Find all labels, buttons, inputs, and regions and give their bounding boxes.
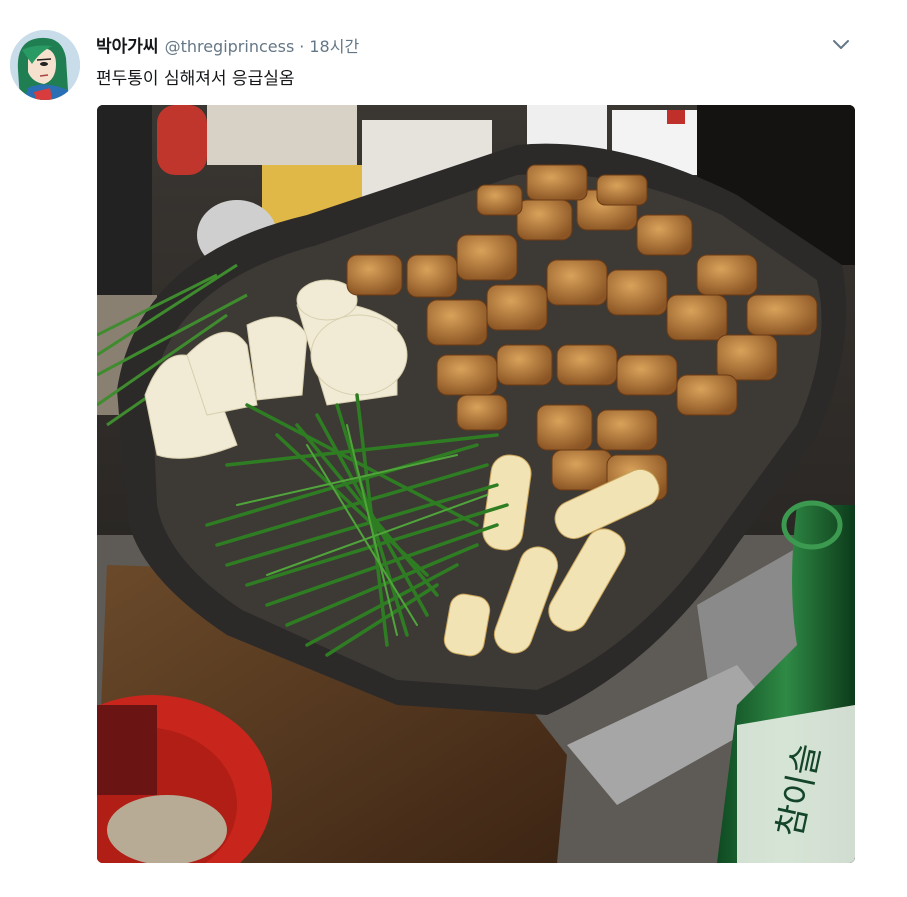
user-handle[interactable]: @thregiprincess (165, 37, 295, 56)
chevron-down-icon[interactable] (830, 36, 852, 52)
tweet-text: 편두통이 심해져서 응급실옴 (96, 69, 295, 89)
timestamp[interactable]: 18시간 (309, 33, 359, 57)
tweet-header: 박아가씨 @thregiprincess · 18시간 (96, 32, 359, 57)
avatar[interactable] (10, 30, 80, 100)
separator-dot: · (299, 37, 305, 56)
display-name[interactable]: 박아가씨 (96, 32, 159, 57)
grill-photo: 참이슬 (97, 105, 855, 863)
tweet-card: 박아가씨 @thregiprincess · 18시간 편두통이 심해져서 응급… (0, 0, 907, 897)
avatar-illustration (10, 30, 80, 100)
tweet-photo[interactable]: 참이슬 (97, 105, 855, 863)
